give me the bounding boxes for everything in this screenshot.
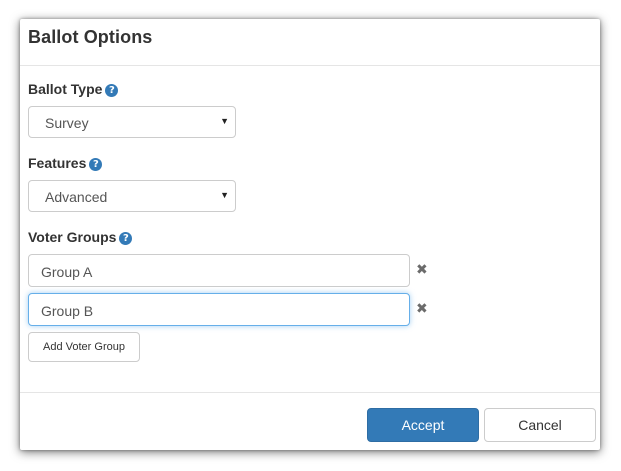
ballot-type-selected-value: Survey <box>45 115 89 131</box>
features-label: Features? <box>28 155 103 171</box>
voter-groups-label: Voter Groups? <box>28 229 133 245</box>
voter-groups-help-icon[interactable]: ? <box>119 232 133 245</box>
add-voter-group-button[interactable]: Add Voter Group <box>28 332 140 362</box>
caret-down-icon: ▼ <box>220 116 229 126</box>
voter-group-input-1-value: Group A <box>41 264 93 280</box>
voter-group-input-2[interactable]: Group B <box>28 293 410 326</box>
ballot-type-help-icon[interactable]: ? <box>105 84 119 97</box>
accept-button[interactable]: Accept <box>367 408 479 442</box>
caret-down-icon: ▼ <box>220 190 229 200</box>
dialog-header: Ballot Options <box>20 19 600 66</box>
features-select[interactable]: Advanced ▼ <box>28 180 236 212</box>
ballot-type-label: Ballot Type? <box>28 81 119 97</box>
features-selected-value: Advanced <box>45 189 108 205</box>
remove-voter-group-2-icon[interactable]: ✖ <box>416 301 428 315</box>
voter-group-input-1[interactable]: Group A <box>28 254 410 287</box>
features-help-icon[interactable]: ? <box>89 158 103 171</box>
ballot-type-label-text: Ballot Type <box>28 81 103 97</box>
dialog-title: Ballot Options <box>28 27 153 47</box>
ballot-options-dialog: Ballot Options Ballot Type? Survey ▼ Fea… <box>20 19 600 450</box>
ballot-type-select[interactable]: Survey ▼ <box>28 106 236 138</box>
voter-groups-label-text: Voter Groups <box>28 229 117 245</box>
footer-divider <box>20 392 600 393</box>
voter-group-input-2-value: Group B <box>41 303 94 319</box>
remove-voter-group-1-icon[interactable]: ✖ <box>416 262 428 276</box>
cancel-button[interactable]: Cancel <box>484 408 596 442</box>
features-label-text: Features <box>28 155 87 171</box>
